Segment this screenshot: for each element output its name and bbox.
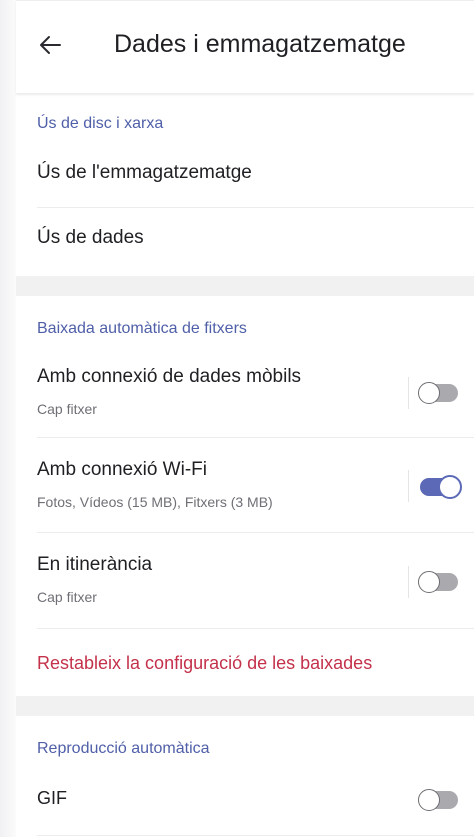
gif-autoplay-item[interactable]: GIF [37, 768, 474, 834]
mobile-data-label: Amb connexió de dades mòbils [37, 366, 302, 387]
wifi-toggle[interactable] [420, 475, 462, 499]
window-edge [0, 0, 16, 837]
section-disk-network: Ús de disc i xarxa Ús de l'emmagatzematg… [16, 92, 474, 276]
divider [37, 835, 474, 836]
toggle-knob [418, 382, 440, 404]
divider [37, 628, 474, 629]
storage-usage-item[interactable]: Ús de l'emmagatzematge [37, 142, 474, 208]
item-separator [408, 470, 409, 502]
gif-toggle[interactable] [418, 789, 458, 811]
section-autoplay: Reproducció automàtica GIF [16, 716, 474, 837]
section-gap [16, 696, 474, 716]
gif-label: GIF [37, 788, 67, 808]
item-separator [408, 377, 409, 409]
mobile-data-sub: Cap fitxer [37, 401, 97, 417]
roaming-download-item[interactable]: En itinerància Cap fitxer [37, 533, 474, 629]
mobile-data-download-item[interactable]: Amb connexió de dades mòbils Cap fitxer [37, 344, 474, 440]
wifi-sub: Fotos, Vídeos (15 MB), Fitxers (3 MB) [37, 494, 273, 510]
section-header-auto-download: Baixada automàtica de fitxers [37, 320, 247, 337]
settings-app: Dades i emmagatzematge Ús de disc i xarx… [16, 0, 474, 837]
item-separator [408, 566, 409, 598]
storage-usage-label: Ús de l'emmagatzematge [37, 162, 252, 183]
back-button[interactable] [32, 27, 68, 63]
roaming-label: En itinerància [37, 554, 153, 575]
roaming-sub: Cap fitxer [37, 589, 97, 605]
section-header-autoplay: Reproducció automàtica [37, 740, 210, 757]
section-auto-download: Baixada automàtica de fitxers Amb connex… [16, 296, 474, 696]
toggle-knob [418, 789, 440, 811]
data-usage-label: Ús de dades [37, 227, 144, 248]
wifi-download-item[interactable]: Amb connexió Wi-Fi Fotos, Vídeos (15 MB)… [37, 438, 474, 534]
app-bar: Dades i emmagatzematge [16, 0, 474, 93]
data-usage-item[interactable]: Ús de dades [37, 208, 474, 274]
roaming-toggle[interactable] [418, 571, 458, 593]
arrow-left-icon [40, 36, 61, 54]
reset-downloads-button[interactable]: Restableix la configuració de les baixad… [37, 653, 372, 674]
page-title: Dades i emmagatzematge [114, 30, 406, 58]
wifi-label: Amb connexió Wi-Fi [37, 459, 207, 480]
toggle-knob [438, 475, 462, 499]
section-header-disk-network: Ús de disc i xarxa [37, 115, 164, 132]
section-gap [16, 276, 474, 296]
mobile-data-toggle[interactable] [418, 382, 458, 404]
screen: Dades i emmagatzematge Ús de disc i xarx… [0, 0, 474, 837]
toggle-knob [418, 571, 440, 593]
